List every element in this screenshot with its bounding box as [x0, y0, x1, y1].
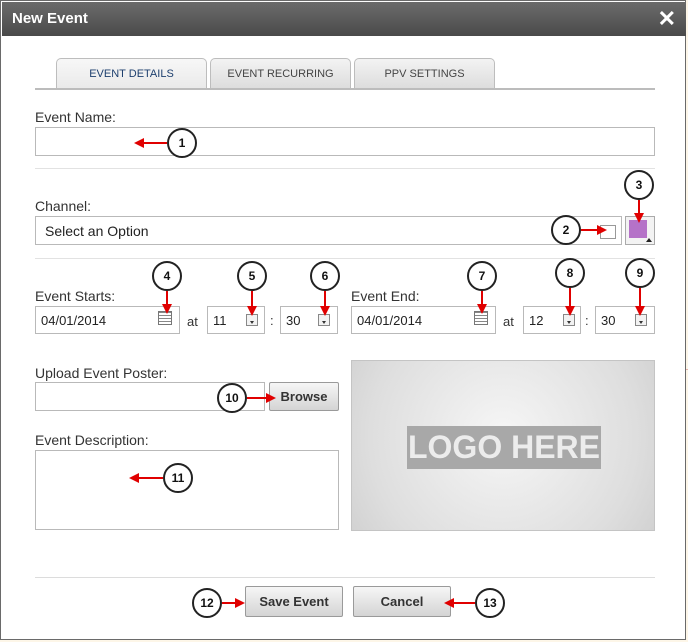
- callout-6: 6: [310, 261, 340, 291]
- callout-arrowhead: [597, 225, 607, 235]
- callout-arrow: [453, 602, 475, 604]
- callout-arrowhead: [565, 306, 575, 316]
- callout-arrow: [166, 291, 168, 305]
- separator: [35, 168, 655, 169]
- callout-arrowhead: [477, 304, 487, 314]
- footer-separator: [35, 577, 655, 578]
- title-bar: New Event ✕: [2, 2, 686, 36]
- logo-placeholder-text: LOGO HERE: [407, 426, 601, 469]
- callout-8: 8: [555, 258, 585, 288]
- callout-arrow: [251, 291, 253, 307]
- at-label: at: [503, 314, 514, 329]
- callout-9: 9: [625, 258, 655, 288]
- callout-arrow: [639, 288, 641, 307]
- callout-arrowhead: [247, 306, 257, 316]
- cancel-button[interactable]: Cancel: [353, 586, 451, 617]
- callout-arrowhead: [634, 213, 644, 223]
- event-description-label: Event Description:: [35, 432, 149, 448]
- new-event-dialog: New Event ✕ EVENT DETAILS EVENT RECURRIN…: [0, 0, 686, 640]
- callout-1: 1: [167, 128, 197, 158]
- callout-arrow: [481, 291, 483, 305]
- callout-arrow: [324, 291, 326, 307]
- callout-arrowhead: [635, 306, 645, 316]
- callout-arrow: [638, 200, 640, 214]
- event-end-label: Event End:: [351, 288, 420, 304]
- at-label: at: [187, 314, 198, 329]
- callout-5: 5: [237, 261, 267, 291]
- callout-2: 2: [551, 215, 581, 245]
- callout-arrow: [138, 477, 163, 479]
- callout-3: 3: [624, 170, 654, 200]
- callout-4: 4: [152, 261, 182, 291]
- channel-selected-value: Select an Option: [45, 222, 149, 239]
- callout-arrow: [569, 288, 571, 307]
- browse-button[interactable]: Browse: [269, 382, 339, 411]
- callout-11: 11: [163, 463, 193, 493]
- callout-10: 10: [217, 383, 247, 413]
- event-name-input[interactable]: [35, 127, 655, 156]
- callout-13: 13: [475, 588, 505, 618]
- tab-ppv-settings[interactable]: PPV SETTINGS: [354, 58, 495, 89]
- dialog-title: New Event: [12, 10, 88, 27]
- tab-event-details[interactable]: EVENT DETAILS: [56, 58, 207, 90]
- callout-arrow: [143, 142, 167, 144]
- close-icon[interactable]: ✕: [658, 6, 676, 32]
- tab-divider: [35, 88, 655, 90]
- callout-arrow: [247, 397, 267, 399]
- caret-up-icon: [646, 238, 652, 242]
- channel-label: Channel:: [35, 198, 92, 214]
- event-starts-label: Event Starts:: [35, 288, 116, 304]
- channel-select[interactable]: Select an Option: [35, 216, 622, 245]
- callout-arrow: [581, 229, 597, 231]
- colon-separator: :: [585, 313, 589, 328]
- callout-7: 7: [467, 261, 497, 291]
- event-name-label: Event Name:: [35, 109, 116, 125]
- callout-arrowhead: [266, 393, 276, 403]
- save-event-button[interactable]: Save Event: [245, 586, 343, 617]
- callout-arrowhead: [320, 306, 330, 316]
- callout-12: 12: [192, 588, 222, 618]
- callout-arrowhead: [235, 598, 245, 608]
- poster-preview: LOGO HERE: [351, 360, 655, 531]
- colon-separator: :: [270, 313, 274, 328]
- callout-arrowhead: [162, 304, 172, 314]
- tab-event-recurring[interactable]: EVENT RECURRING: [210, 58, 351, 89]
- upload-poster-label: Upload Event Poster:: [35, 365, 168, 381]
